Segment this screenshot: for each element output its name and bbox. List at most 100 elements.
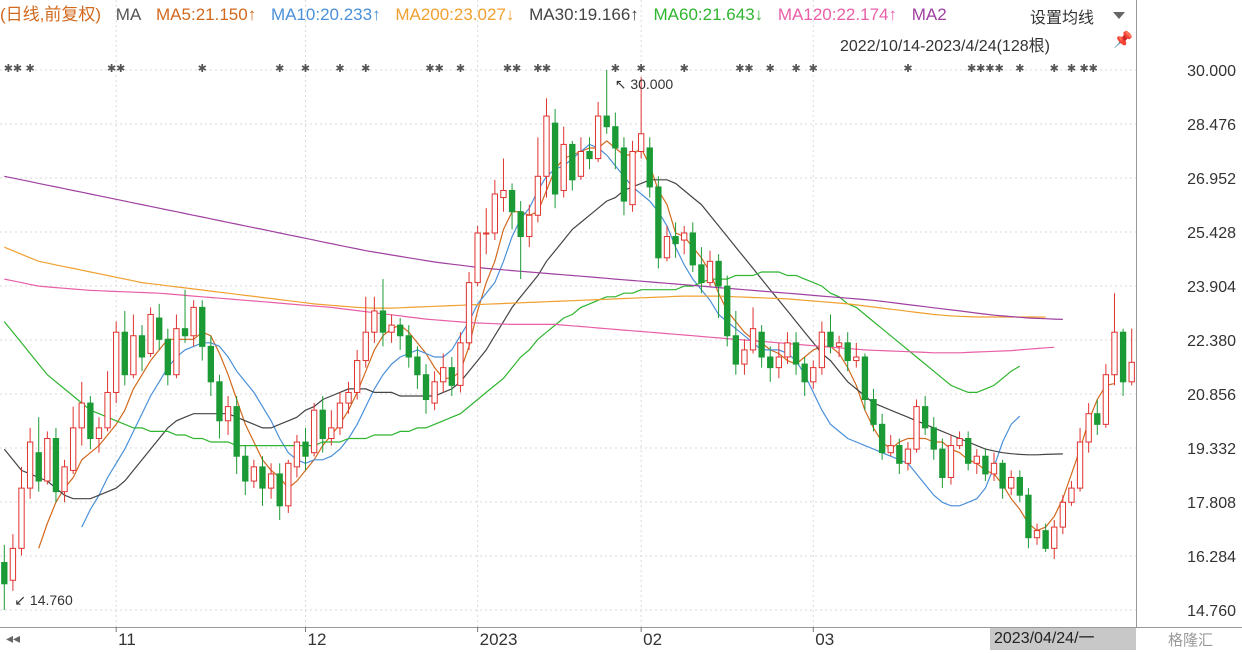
- candle: [474, 225, 481, 287]
- candle: [715, 254, 722, 319]
- candle-body: [904, 448, 912, 464]
- candle-body: [1068, 487, 1075, 503]
- candle-body: [947, 445, 955, 478]
- candle: [104, 371, 111, 432]
- candle: [130, 314, 137, 379]
- ma-settings-button[interactable]: 设置均线: [1030, 4, 1094, 28]
- candle-body: [1085, 413, 1092, 443]
- candle-body: [121, 331, 128, 376]
- date-range-label: 2022/10/14-2023/4/24(128根): [840, 38, 1050, 55]
- candle: [345, 381, 352, 414]
- candle-body: [870, 399, 877, 425]
- candle-body: [913, 406, 920, 450]
- low-price-value: 14.760: [29, 592, 73, 608]
- candle: [1016, 470, 1023, 503]
- candle: [724, 275, 731, 347]
- candle-body: [835, 342, 843, 347]
- candle: [302, 427, 309, 471]
- event-marker-icon: ✱: [542, 62, 551, 75]
- indicator-header: (日线,前复权) MA MA5:21.150↑ MA10:20.233↑ MA2…: [0, 0, 1136, 30]
- candle-body: [1042, 530, 1049, 549]
- candle: [517, 201, 524, 280]
- event-marker-icon: ✱: [275, 62, 284, 75]
- candle-body: [250, 466, 258, 482]
- candle: [921, 395, 929, 435]
- event-marker-icon: ✱: [903, 62, 912, 75]
- candle-body: [956, 438, 963, 447]
- event-marker-icon: ✱✱: [4, 62, 22, 75]
- candle-body: [732, 335, 739, 365]
- candle-body: [500, 189, 507, 199]
- candle-body: [87, 402, 94, 440]
- event-marker-icon: ✱: [26, 62, 35, 75]
- candle: [792, 332, 800, 375]
- candle: [1025, 488, 1032, 549]
- candle: [1033, 523, 1041, 545]
- y-tick-label: 28.476: [1187, 117, 1236, 134]
- candle: [224, 395, 232, 435]
- candle-body: [818, 331, 826, 369]
- y-tick-label: 22.380: [1187, 333, 1236, 350]
- double-left-arrow-icon[interactable]: ◂◂: [6, 630, 20, 647]
- candle-body: [577, 150, 585, 177]
- y-tick-label: 25.428: [1187, 225, 1236, 242]
- candle-body: [853, 356, 860, 362]
- candle-body: [457, 342, 464, 386]
- candle: [689, 222, 696, 272]
- event-marker-icon: ✱: [456, 62, 465, 75]
- candle: [397, 318, 404, 350]
- candle: [1085, 403, 1092, 453]
- candle-body: [310, 409, 318, 454]
- x-tick-label: 11: [118, 630, 136, 649]
- candle-body: [603, 115, 610, 128]
- pin-icon[interactable]: 📌: [1113, 30, 1133, 50]
- candle-body: [61, 466, 68, 493]
- candle: [603, 70, 610, 134]
- candle: [242, 445, 249, 496]
- candle-body: [405, 335, 412, 358]
- candle: [414, 346, 421, 389]
- candle: [440, 353, 447, 393]
- candle: [173, 314, 180, 379]
- x-tick-label: 12: [308, 630, 327, 649]
- event-marker-icon: ✱: [1015, 62, 1024, 75]
- candle-body: [293, 441, 301, 468]
- y-tick-label: 16.284: [1187, 549, 1236, 566]
- chart-mode-label: (日线,前复权): [0, 5, 102, 24]
- candle-body: [216, 381, 223, 422]
- candle-body: [1119, 331, 1127, 383]
- candle: [9, 534, 17, 591]
- candle: [465, 271, 473, 350]
- candle: [861, 353, 869, 411]
- event-marker-icon: ✱: [809, 62, 818, 75]
- candle: [775, 342, 783, 379]
- candlestick-chart[interactable]: 30.000 28.476 26.952 25.428 23.904 22.380 20.8…: [0, 0, 1242, 653]
- candle-body: [844, 342, 851, 362]
- ma-line-ma200: [4, 246, 1046, 318]
- chevron-down-icon[interactable]: [1113, 12, 1125, 19]
- candle-body: [999, 462, 1006, 489]
- candle-body: [810, 367, 817, 383]
- candle-body: [371, 310, 378, 333]
- candle: [749, 307, 757, 354]
- candle-body: [44, 438, 51, 482]
- candle: [939, 438, 946, 489]
- candle: [681, 225, 688, 255]
- candle-body: [878, 423, 886, 454]
- candle-body: [767, 356, 774, 369]
- candle: [379, 279, 387, 347]
- event-marker-icon: ✱: [301, 62, 310, 75]
- high-price-value: 30.000: [630, 76, 674, 92]
- ma-item: MA10:20.233↑: [270, 5, 381, 24]
- candle: [164, 328, 171, 386]
- candle-body: [724, 285, 731, 337]
- candle: [371, 296, 378, 343]
- candle-body: [569, 143, 576, 181]
- candle-body: [414, 356, 421, 376]
- candle-body: [233, 406, 240, 457]
- x-tick-label: 2023: [480, 630, 518, 649]
- candle: [758, 325, 765, 368]
- candle: [500, 158, 507, 212]
- candle: [706, 250, 714, 287]
- candle-body: [715, 260, 722, 287]
